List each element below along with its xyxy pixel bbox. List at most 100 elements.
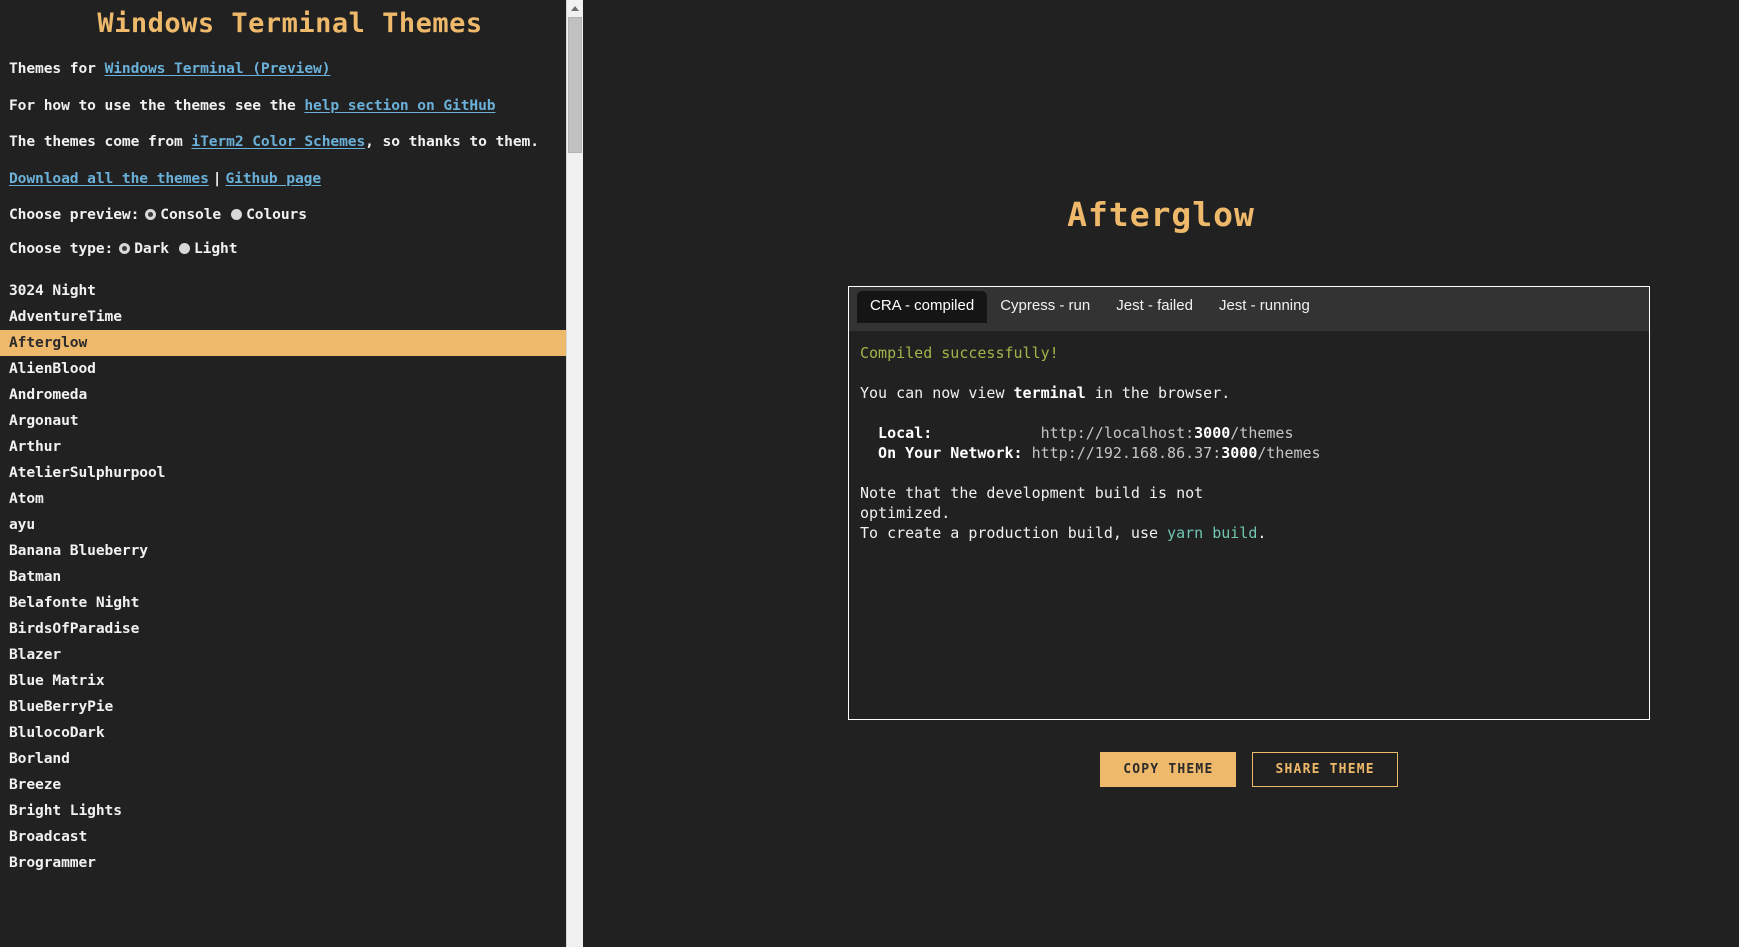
local-label: Local: — [860, 424, 933, 442]
radio-dot-icon[interactable] — [119, 242, 131, 254]
scroll-up-arrow-icon[interactable] — [567, 0, 583, 16]
network-url-a: http://192.168.86.37: — [1031, 444, 1222, 462]
theme-list-item[interactable]: Blazer — [0, 642, 566, 668]
left-panel-scrollbar[interactable] — [566, 0, 583, 947]
prod-prefix: To create a production build, use — [860, 524, 1168, 542]
theme-list-item[interactable]: AdventureTime — [0, 304, 566, 330]
iterm2-color-schemes-link[interactable]: iTerm2 Color Schemes — [191, 133, 365, 150]
theme-list-item[interactable]: Andromeda — [0, 382, 566, 408]
help-section-github-link[interactable]: help section on GitHub — [304, 97, 495, 114]
prod-command: yarn build — [1167, 524, 1258, 542]
radio-dot-icon[interactable] — [231, 208, 243, 220]
radio-preview-console-label: Console — [160, 205, 222, 223]
network-pad — [1023, 444, 1032, 462]
view-suffix: in the browser. — [1085, 384, 1231, 402]
github-page-link[interactable]: Github page — [225, 170, 321, 187]
radio-type-light[interactable]: Light — [178, 239, 238, 257]
terminal-preview: CRA - compiled Cypress - run Jest - failed… — [848, 286, 1650, 720]
theme-list-item[interactable]: Broadcast — [0, 824, 566, 850]
local-url-b: /themes — [1230, 424, 1294, 442]
left-scroll-area: Windows Terminal Themes Themes for Windo… — [0, 0, 566, 947]
theme-list-item[interactable]: Bright Lights — [0, 798, 566, 824]
theme-list-item[interactable]: Atom — [0, 486, 566, 512]
action-button-row: COPY THEME SHARE THEME — [848, 752, 1650, 787]
terminal-tabbar: CRA - compiled Cypress - run Jest - failed… — [849, 287, 1649, 331]
theme-list-item[interactable]: 3024 Night — [0, 278, 566, 304]
copy-theme-button[interactable]: COPY THEME — [1100, 752, 1237, 787]
download-all-themes-link[interactable]: Download all the themes — [9, 170, 209, 187]
terminal-line-view: You can now view terminal in the browser… — [860, 383, 1649, 403]
intro-line-3-suffix: , so thanks to them. — [365, 133, 539, 151]
theme-list-item[interactable]: AtelierSulphurpool — [0, 460, 566, 486]
theme-list-item[interactable]: Arthur — [0, 434, 566, 460]
terminal-body: Compiled successfully! You can now view … — [849, 331, 1649, 543]
windows-terminal-preview-link[interactable]: Windows Terminal (Preview) — [105, 60, 331, 77]
intro-line-3-prefix: The themes come from — [9, 133, 192, 151]
intro-line-1-prefix: Themes for — [9, 60, 105, 77]
theme-list-item[interactable]: Afterglow — [0, 329, 566, 356]
theme-list-item[interactable]: Banana Blueberry — [0, 538, 566, 564]
intro-line-2-prefix: For how to use the themes see the — [9, 96, 305, 114]
theme-list-item[interactable]: BirdsOfParadise — [0, 616, 566, 642]
page-title: Windows Terminal Themes — [97, 8, 483, 39]
terminal-line-network: On Your Network: http://192.168.86.37:30… — [860, 443, 1649, 463]
radio-dot-icon[interactable] — [178, 242, 190, 254]
theme-list-item[interactable]: Borland — [0, 746, 566, 772]
terminal-line-prod: To create a production build, use yarn b… — [860, 523, 1649, 543]
theme-list-item[interactable]: Belafonte Night — [0, 590, 566, 616]
radio-type-dark[interactable]: Dark — [119, 240, 169, 257]
preview-theme-title: Afterglow — [1067, 195, 1255, 234]
local-url-a: http://localhost: — [1040, 424, 1195, 442]
intro-line-1: Themes for Windows Terminal (Preview) — [9, 59, 552, 79]
terminal-tab[interactable]: Cypress - run — [987, 291, 1103, 323]
intro-section: Themes for Windows Terminal (Preview) Fo… — [0, 59, 566, 257]
radio-dot-icon[interactable] — [145, 208, 157, 220]
terminal-line-note-1: Note that the development build is not — [860, 484, 1204, 502]
theme-list-item[interactable]: BlulocoDark — [0, 720, 566, 746]
terminal-tab[interactable]: Jest - failed — [1103, 291, 1206, 323]
preview-radio-group: Console Colours — [145, 206, 317, 223]
terminal-tab[interactable]: CRA - compiled — [857, 291, 988, 323]
theme-list-item[interactable]: Breeze — [0, 772, 566, 798]
intro-line-2: For how to use the themes see the help s… — [9, 96, 552, 116]
terminal-line-note-2: optimized. — [860, 504, 951, 522]
theme-browser-panel: Windows Terminal Themes Themes for Windo… — [0, 0, 583, 947]
radio-preview-colours-label: Colours — [246, 205, 307, 223]
theme-list-item[interactable]: Blue Matrix — [0, 668, 566, 694]
view-bold: terminal — [1013, 384, 1086, 402]
theme-list-item[interactable]: Argonaut — [0, 408, 566, 434]
share-theme-button[interactable]: SHARE THEME — [1252, 752, 1398, 787]
radio-type-light-label: Light — [193, 239, 238, 257]
theme-preview-panel: Afterglow CRA - compiled Cypress - run Jes… — [583, 0, 1739, 947]
theme-list-item[interactable]: Brogrammer — [0, 850, 566, 876]
choose-type-label: Choose type: — [9, 239, 114, 257]
scrollbar-thumb[interactable] — [568, 17, 582, 153]
network-port: 3000 — [1221, 444, 1258, 462]
page-root: Windows Terminal Themes Themes for Windo… — [0, 0, 1739, 947]
local-port: 3000 — [1194, 424, 1231, 442]
view-prefix: You can now view — [860, 384, 1014, 402]
radio-preview-colours[interactable]: Colours — [231, 206, 307, 223]
radio-type-dark-label: Dark — [134, 239, 169, 257]
choose-type-row: Choose type: Dark Light — [9, 240, 552, 257]
terminal-line-compiled: Compiled successfully! — [860, 344, 1059, 362]
theme-list-item[interactable]: BlueBerryPie — [0, 694, 566, 720]
network-label: On Your Network: — [860, 444, 1023, 462]
theme-list-item[interactable]: ayu — [0, 512, 566, 538]
radio-preview-console[interactable]: Console — [145, 206, 221, 223]
intro-line-3: The themes come from iTerm2 Color Scheme… — [9, 132, 552, 152]
choose-preview-label: Choose preview: — [9, 205, 140, 223]
network-url-b: /themes — [1257, 444, 1321, 462]
link-separator: | — [212, 170, 222, 188]
prod-suffix: . — [1257, 524, 1267, 542]
downloads-line: Download all the themes | Github page — [9, 169, 552, 189]
theme-list-item[interactable]: AlienBlood — [0, 356, 566, 382]
theme-list: 3024 Night AdventureTime Afterglow AlienBlo… — [0, 278, 566, 876]
type-radio-group: Dark Light — [119, 240, 247, 257]
choose-preview-row: Choose preview: Console Colours — [9, 206, 552, 223]
terminal-tab[interactable]: Jest - running — [1206, 291, 1323, 323]
theme-list-item[interactable]: Batman — [0, 564, 566, 590]
